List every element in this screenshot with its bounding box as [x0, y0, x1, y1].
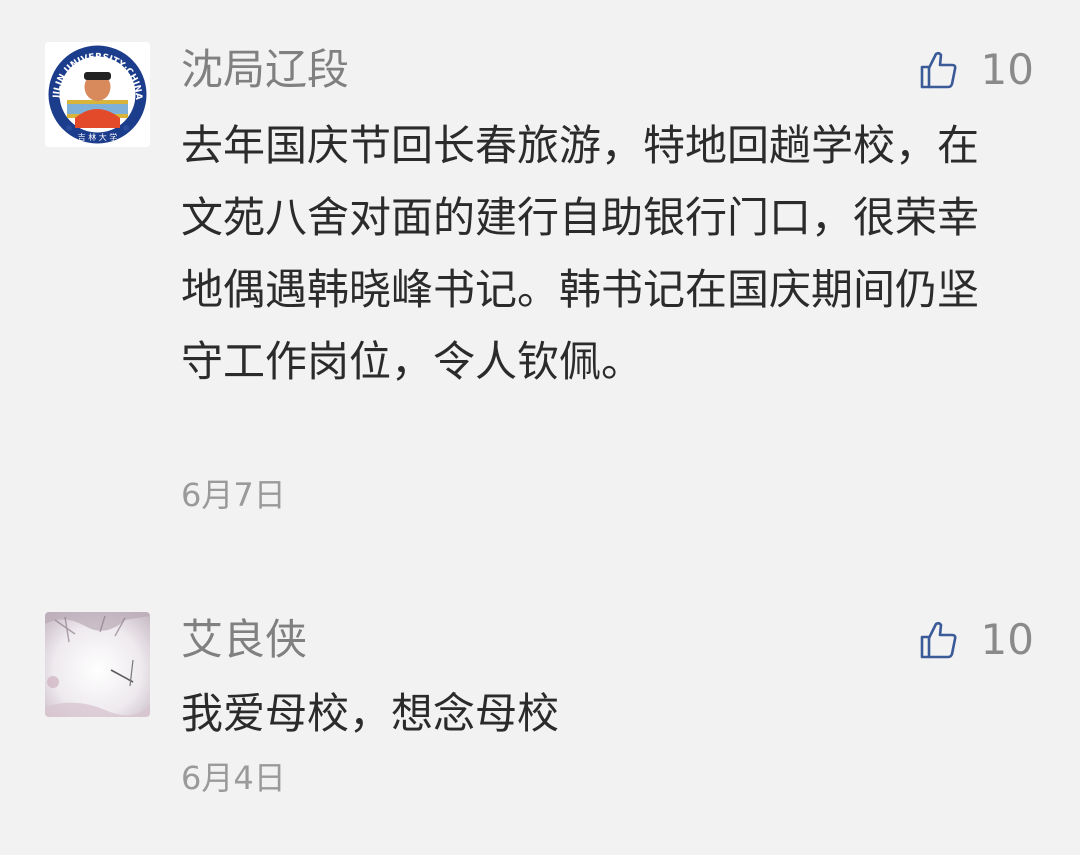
- comment-date: 6月4日: [181, 759, 286, 797]
- avatar[interactable]: [45, 612, 150, 717]
- comment-item: 艾良侠 10 我爱母校，想念母校 6月4日: [0, 0, 1080, 855]
- like-count: 10: [980, 615, 1034, 664]
- like-button[interactable]: 10: [919, 612, 1034, 668]
- thumbs-up-icon: [920, 621, 957, 659]
- snow-scene-avatar: [45, 612, 150, 717]
- comment-text: 我爱母校，想念母校: [181, 689, 560, 738]
- author-name[interactable]: 艾良侠: [181, 612, 307, 668]
